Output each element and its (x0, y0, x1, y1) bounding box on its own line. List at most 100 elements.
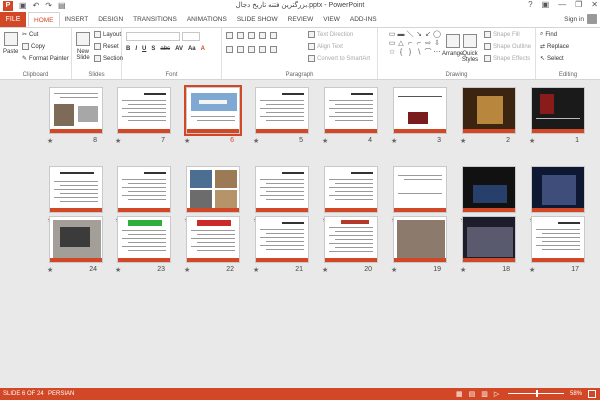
help-icon[interactable]: ? (528, 0, 532, 9)
user-icon[interactable] (587, 14, 597, 24)
elbow-icon[interactable]: ⌐ (406, 40, 414, 48)
block-arrow-right-icon[interactable]: ⇨ (424, 40, 432, 48)
arc-icon[interactable]: ⌒ (424, 49, 432, 57)
oval-icon[interactable]: ◯ (433, 31, 441, 39)
slide-thumbnail[interactable] (49, 216, 103, 263)
copy-button[interactable]: Copy (22, 43, 45, 50)
font-size-box[interactable] (182, 32, 200, 41)
slide-thumbnail[interactable] (393, 87, 447, 134)
align-left-icon[interactable] (226, 46, 233, 53)
arrow-left-icon[interactable]: ↙ (424, 31, 432, 39)
slide-thumbnail[interactable] (462, 216, 516, 263)
zoom-slider[interactable] (508, 390, 564, 397)
font-color-button[interactable]: A (201, 46, 205, 52)
triangle-icon[interactable]: △ (397, 40, 405, 48)
curve-icon[interactable]: ∖ (415, 49, 423, 57)
slide-thumbnail[interactable] (49, 87, 103, 134)
slide-thumbnail[interactable] (117, 216, 171, 263)
slide-thumbnail[interactable] (255, 87, 309, 134)
elbow-connector-icon[interactable]: ⌐ (415, 40, 423, 48)
select-button[interactable]: ↖ Select (540, 55, 564, 63)
shapes-gallery[interactable]: ▭ ▬ ＼ ↘ ↙ ◯ ▭ △ ⌐ ⌐ ⇨ ⇩ ☆ { } ∖ ⌒ ⋯ (388, 31, 441, 61)
slide-thumbnail[interactable] (462, 87, 516, 134)
star-shape-icon[interactable]: ☆ (388, 49, 396, 57)
slideshow-view-icon[interactable]: ▷ (494, 390, 499, 398)
numbering-icon[interactable] (237, 32, 244, 39)
slide-thumbnail[interactable] (255, 216, 309, 263)
bold-button[interactable]: B (126, 46, 130, 52)
char-spacing-button[interactable]: AV (175, 46, 183, 52)
shape-fill-button[interactable]: Shape Fill (484, 31, 520, 38)
align-center-icon[interactable] (237, 46, 244, 53)
italic-button[interactable]: I (135, 46, 137, 52)
restore-icon[interactable]: ❐ (575, 0, 582, 9)
left-brace-icon[interactable]: { (397, 49, 405, 57)
section-button[interactable]: Section (94, 55, 123, 62)
minimize-icon[interactable]: — (558, 0, 566, 9)
slide-thumbnail[interactable] (531, 216, 585, 263)
slide-thumbnail[interactable] (184, 85, 242, 136)
justify-icon[interactable] (259, 46, 266, 53)
reading-view-icon[interactable]: ▥ (481, 390, 488, 398)
tab-view[interactable]: VIEW (318, 12, 345, 27)
block-arrow-down-icon[interactable]: ⇩ (433, 40, 441, 48)
paste-button[interactable]: Paste (3, 32, 18, 55)
slide-thumbnail[interactable] (531, 87, 585, 134)
strikethrough-button[interactable]: abc (160, 46, 170, 52)
slide-sorter[interactable]: 1★2★3★4★5★6★7★8★9★10★11★12★13★14★15★16★1… (0, 80, 600, 388)
ribbon-display-icon[interactable]: ▣ (542, 0, 550, 9)
tab-design[interactable]: DESIGN (93, 12, 128, 27)
slide-thumbnail[interactable] (255, 166, 309, 213)
new-slide-button[interactable]: New Slide (74, 32, 92, 61)
slide-thumbnail[interactable] (324, 166, 378, 213)
shape-effects-button[interactable]: Shape Effects (484, 55, 530, 62)
more-shapes-icon[interactable]: ⋯ (433, 49, 441, 57)
slide-thumbnail[interactable] (393, 216, 447, 263)
tab-add-ins[interactable]: ADD-INS (345, 12, 382, 27)
align-right-icon[interactable] (248, 46, 255, 53)
layout-button[interactable]: Layout (94, 31, 121, 38)
right-brace-icon[interactable]: } (406, 49, 414, 57)
change-case-button[interactable]: Aa (188, 46, 196, 52)
line-spacing-icon[interactable] (270, 32, 277, 39)
slide-sorter-view-icon[interactable]: ▤ (469, 390, 476, 398)
tab-insert[interactable]: INSERT (60, 12, 94, 27)
tab-transitions[interactable]: TRANSITIONS (128, 12, 182, 27)
arrow-icon[interactable]: ↘ (415, 31, 423, 39)
underline-button[interactable]: U (142, 46, 146, 52)
close-icon[interactable]: ✕ (591, 0, 598, 9)
reset-button[interactable]: Reset (94, 43, 119, 50)
decrease-indent-icon[interactable] (248, 32, 255, 39)
zoom-level[interactable]: 58% (570, 391, 582, 397)
slide-thumbnail[interactable] (186, 216, 240, 263)
find-button[interactable]: ⌕ Find (540, 31, 557, 38)
normal-view-icon[interactable]: ▦ (456, 390, 463, 398)
tab-file[interactable]: FILE (0, 12, 26, 27)
bullets-icon[interactable] (226, 32, 233, 39)
sign-in-link[interactable]: Sign in (564, 16, 584, 23)
align-text-button[interactable]: Align Text (308, 43, 343, 50)
slide-thumbnail[interactable] (324, 216, 378, 263)
text-direction-button[interactable]: Text Direction (308, 31, 353, 38)
slide-thumbnail[interactable] (49, 166, 103, 213)
cut-button[interactable]: ✂ Cut (22, 31, 38, 39)
line-icon[interactable]: ＼ (406, 31, 414, 39)
slide-thumbnail[interactable] (531, 166, 585, 213)
convert-smartart-button[interactable]: Convert to SmartArt (308, 55, 370, 62)
slide-thumbnail[interactable] (324, 87, 378, 134)
replace-button[interactable]: ⇄ Replace (540, 43, 569, 51)
quick-styles-button[interactable]: Quick Styles (462, 34, 478, 63)
tab-review[interactable]: REVIEW (283, 12, 319, 27)
zoom-slider-thumb[interactable] (536, 390, 538, 397)
fit-to-window-icon[interactable] (588, 390, 596, 398)
slide-thumbnail[interactable] (117, 87, 171, 134)
rounded-rect-icon[interactable]: ▭ (388, 40, 396, 48)
textbox-icon[interactable]: ▬ (397, 31, 405, 39)
language-indicator[interactable]: PERSIAN (48, 391, 74, 397)
increase-indent-icon[interactable] (259, 32, 266, 39)
format-painter-button[interactable]: ✎ Format Painter (22, 55, 69, 63)
slide-thumbnail[interactable] (462, 166, 516, 213)
columns-icon[interactable] (270, 46, 277, 53)
slide-thumbnail[interactable] (117, 166, 171, 213)
slide-thumbnail[interactable] (393, 166, 447, 213)
